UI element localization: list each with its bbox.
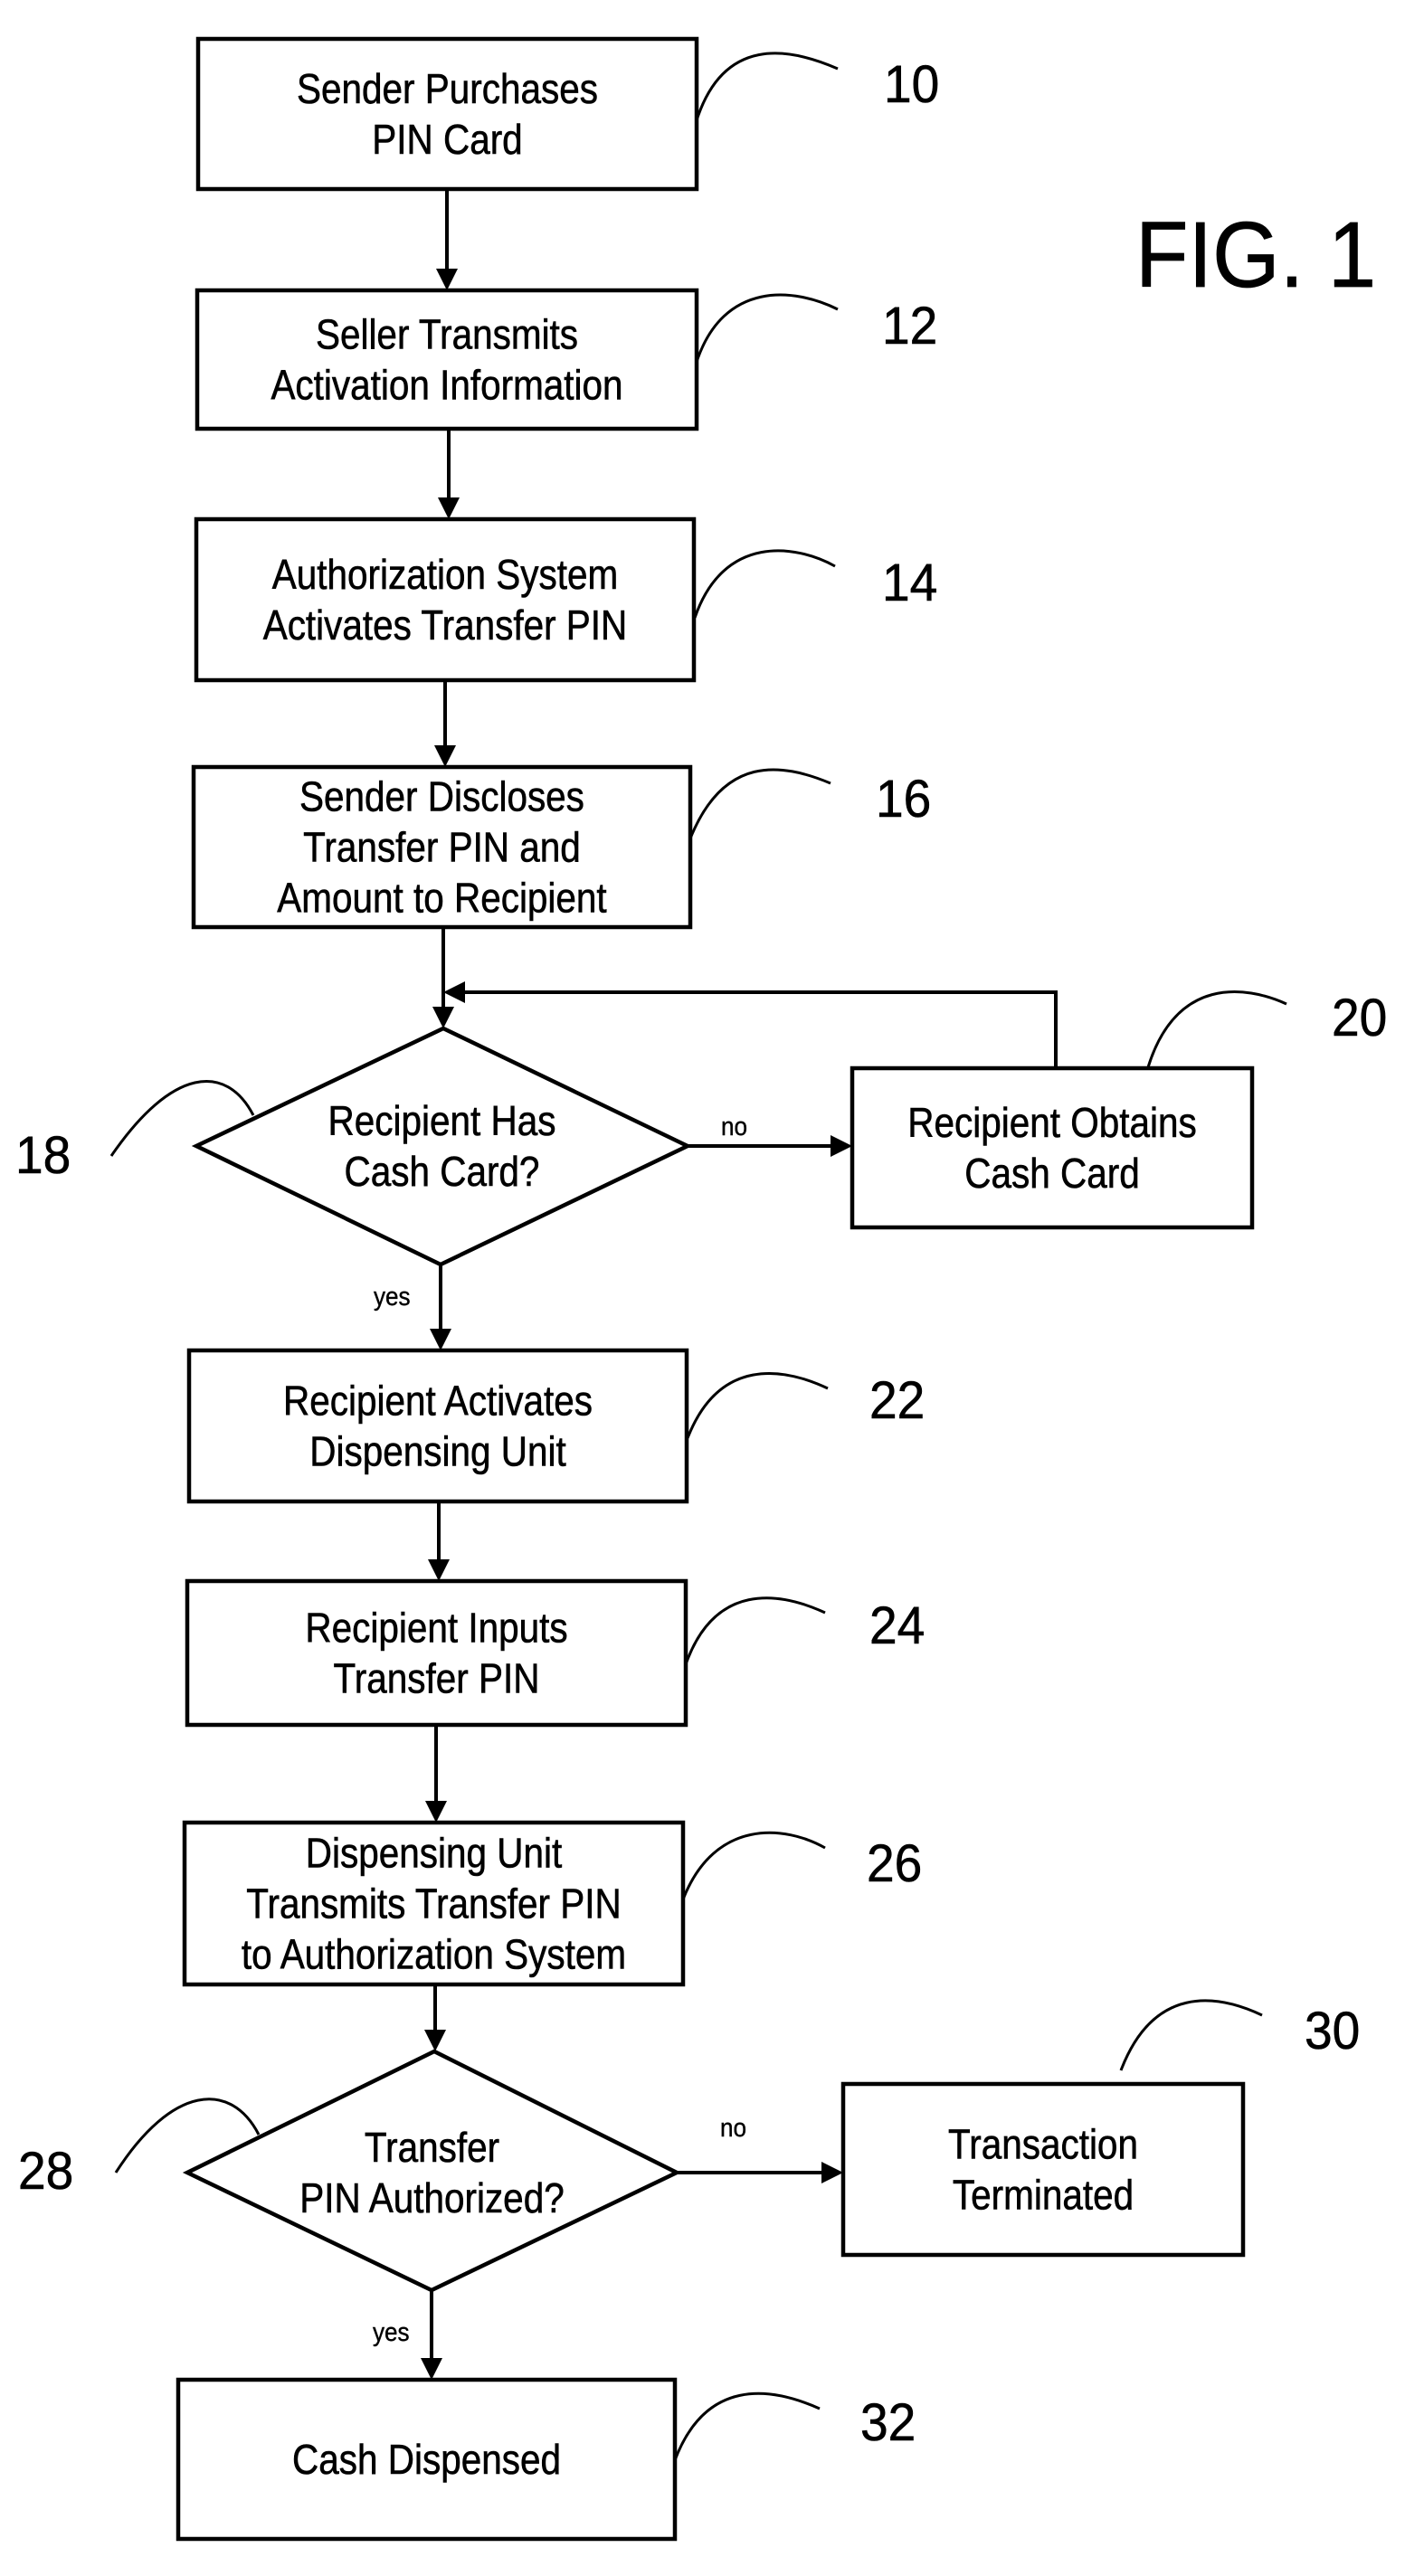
- step-text-line: Transaction: [948, 2122, 1138, 2168]
- step-text-line: Amount to Recipient: [277, 876, 606, 922]
- reference-numeral: 22: [869, 1371, 925, 1430]
- arrowhead-icon: [434, 745, 456, 767]
- step-text-line: PIN Authorized?: [299, 2176, 564, 2222]
- connector-arrow: [432, 927, 454, 1028]
- step-text-line: Recipient Inputs: [305, 1605, 567, 1652]
- process-step-16: Sender Discloses Transfer PIN and Amount t…: [191, 764, 693, 930]
- process-box: [850, 1065, 1255, 1230]
- arrowhead-icon: [425, 1801, 447, 1823]
- branch-label-no: no: [720, 2113, 746, 2143]
- process-step-26: Dispensing UnitTransmits Transfer PIN to …: [182, 1820, 686, 1987]
- process-step-22: Recipient ActivatesDispensing Unit: [186, 1348, 689, 1504]
- arrowhead-icon: [436, 269, 458, 290]
- step-text-line: Activation Information: [271, 363, 622, 409]
- connector-arrow: yes: [374, 1264, 451, 1350]
- step-text-line: Transmits Transfer PIN: [246, 1881, 621, 1927]
- process-step-30: Transaction Terminated: [840, 2081, 1246, 2258]
- process-step-14: Authorization SystemActivates Transfer P…: [194, 516, 697, 683]
- reference-numeral: 18: [15, 1126, 71, 1185]
- flowchart-nodes: Sender Purchases PIN Card Seller Transmits…: [176, 36, 1255, 2542]
- reference-numeral: 28: [18, 2142, 73, 2201]
- reference-numeral: 14: [882, 554, 937, 612]
- step-text-line: Transfer PIN and: [303, 825, 581, 871]
- decision-step-18: Recipient Has Cash Card?: [191, 1026, 693, 1267]
- reference-leader-line: [695, 52, 839, 121]
- connector-arrow: [436, 189, 458, 290]
- reference-numeral: 20: [1332, 989, 1387, 1047]
- connector-arrow: [434, 680, 456, 767]
- decision-diamond: [191, 1026, 693, 1267]
- process-step-12: Seller Transmits Activation Information: [195, 288, 699, 431]
- step-text-line: Cash Card: [964, 1151, 1139, 1198]
- process-box: [185, 1578, 688, 1728]
- arrowhead-icon: [424, 2030, 446, 2051]
- step-text-line: Transfer: [365, 2126, 499, 2172]
- connector-arrow: [424, 1984, 446, 2051]
- step-text-line: Dispensing Unit: [309, 1429, 565, 1475]
- connector-arrow: [425, 1725, 447, 1823]
- reference-leader-line: [684, 1596, 826, 1665]
- step-text-line: Activates Transfer PIN: [263, 603, 628, 649]
- reference-numeral: 16: [876, 770, 931, 829]
- step-text-line: Sender Discloses: [299, 774, 584, 820]
- arrowhead-icon: [430, 1329, 451, 1350]
- decision-step-28: TransferPIN Authorized?: [182, 2049, 682, 2293]
- reference-leader-line: [1146, 990, 1287, 1068]
- connector-arrow: [438, 429, 460, 519]
- connector-arrow: no: [688, 1112, 852, 1157]
- reference-leader-line: [686, 1372, 829, 1439]
- process-box: [186, 1348, 689, 1504]
- connector-arrow: yes: [373, 2290, 442, 2380]
- connector-arrow: [428, 1501, 450, 1581]
- figure-title: FIG. 1: [1135, 204, 1376, 308]
- step-text-line: Transfer PIN: [334, 1656, 540, 1702]
- reference-numeral: 24: [869, 1596, 925, 1655]
- reference-leader-line: [673, 2391, 821, 2461]
- arrowhead-icon: [831, 1135, 852, 1157]
- step-text-line: Dispensing Unit: [306, 1831, 562, 1877]
- step-text-line: PIN Card: [372, 118, 522, 164]
- step-text-line: Recipient Obtains: [907, 1101, 1196, 1147]
- reference-numeral: 26: [867, 1834, 922, 1893]
- process-step-32: Cash Dispensed: [176, 2377, 678, 2542]
- step-text-line: Cash Card?: [345, 1150, 540, 1196]
- process-box: [194, 516, 697, 683]
- step-text-line: Seller Transmits: [316, 312, 578, 358]
- connector-arrow: no: [677, 2113, 843, 2183]
- process-box: [840, 2081, 1246, 2258]
- flowchart-figure: no yes no yes Sender Purchases PIN Card Selle…: [0, 0, 1424, 2576]
- reference-numeral: 10: [884, 55, 939, 114]
- step-text-line: to Authorization System: [242, 1932, 626, 1978]
- step-text-line: Cash Dispensed: [292, 2438, 561, 2484]
- step-text-line: Recipient Activates: [283, 1378, 593, 1425]
- reference-leader-line: [688, 768, 831, 839]
- arrowhead-icon: [821, 2162, 843, 2183]
- process-step-10: Sender Purchases PIN Card: [195, 36, 699, 192]
- reference-leader-line: [695, 293, 839, 363]
- reference-leader-line: [681, 1831, 826, 1900]
- reference-leader-line: [693, 549, 836, 619]
- step-text-line: Sender Purchases: [297, 67, 598, 113]
- reference-numeral: 12: [882, 297, 937, 355]
- connector-arrow: [443, 981, 1058, 1068]
- step-text-line: Terminated: [953, 2173, 1134, 2219]
- branch-label-yes: yes: [373, 2317, 410, 2347]
- connector-line: [465, 990, 1058, 1068]
- process-step-20: Recipient ObtainsCash Card: [850, 1065, 1255, 1230]
- process-box: [195, 36, 699, 192]
- reference-numeral: 32: [860, 2393, 916, 2452]
- reference-leader-line: [1119, 1999, 1263, 2071]
- step-text-line: Recipient Has: [328, 1099, 556, 1145]
- arrowhead-icon: [432, 1007, 454, 1028]
- reference-numeral: 30: [1305, 2002, 1360, 2060]
- arrowhead-icon: [421, 2358, 442, 2380]
- branch-label-no: no: [721, 1112, 747, 1141]
- process-step-24: Recipient InputsTransfer PIN: [185, 1578, 688, 1728]
- arrowhead-icon: [438, 497, 460, 519]
- step-text-line: Authorization System: [272, 553, 618, 599]
- arrowhead-icon: [443, 981, 465, 1003]
- arrowhead-icon: [428, 1559, 450, 1581]
- branch-label-yes: yes: [374, 1282, 411, 1312]
